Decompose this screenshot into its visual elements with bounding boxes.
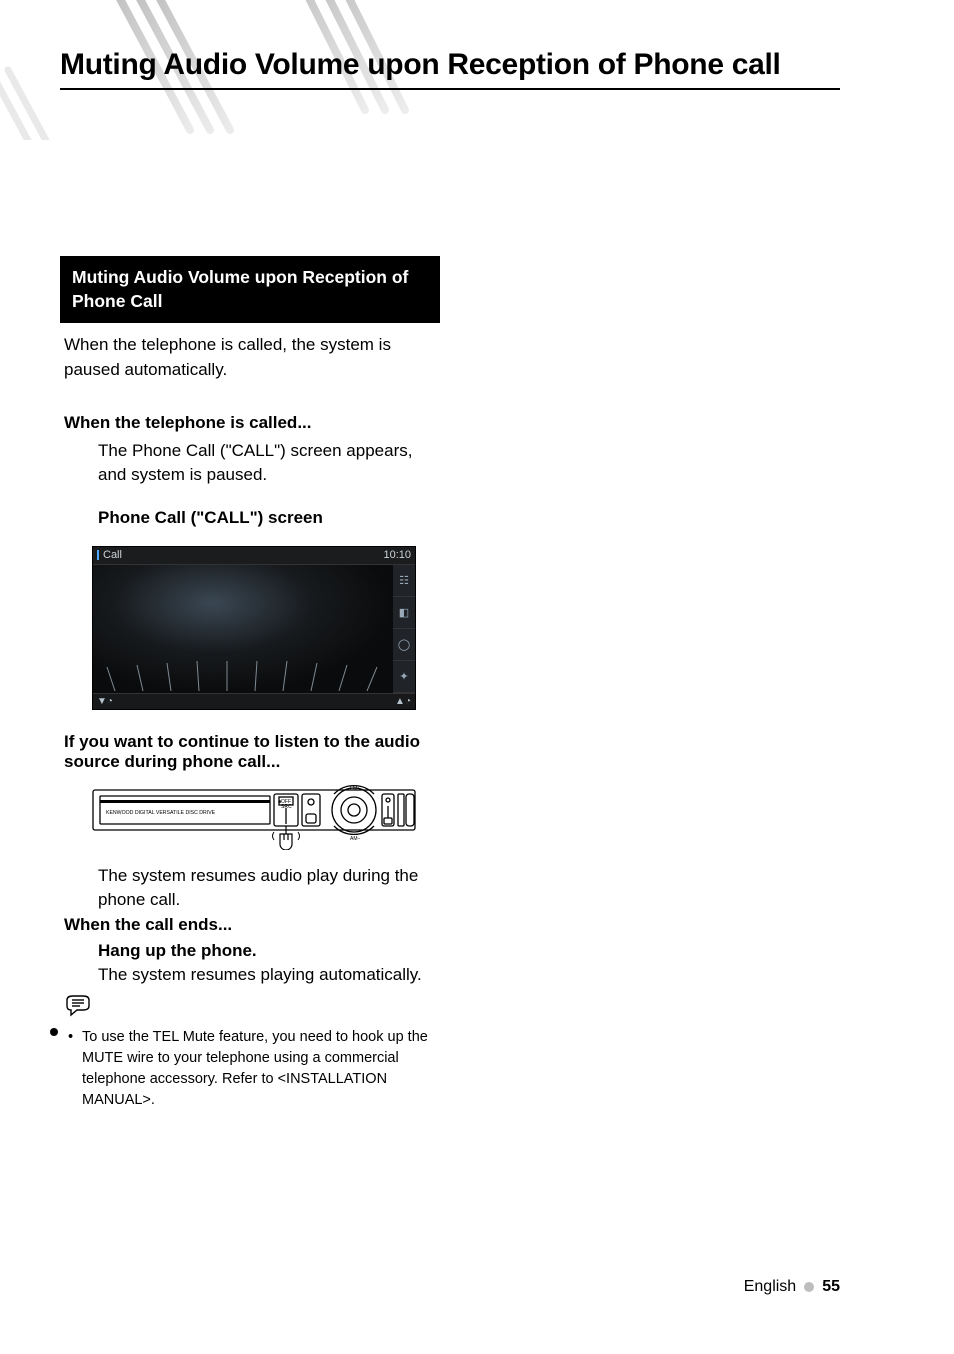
step3-sub: Hang up the phone. xyxy=(60,935,440,961)
bleed-dot xyxy=(50,1028,58,1036)
side-icon-3: ◯ xyxy=(393,629,415,661)
call-screenshot: Call 10:10 ☷ ◧ ◯ ✦ ▼◔ xyxy=(92,546,416,710)
page-title: Muting Audio Volume upon Reception of Ph… xyxy=(60,48,840,90)
footer-dot-icon xyxy=(804,1282,814,1292)
step1-sub: Phone Call ("CALL") screen xyxy=(60,488,440,528)
scroll-down-icon: ▼◔ xyxy=(97,696,113,707)
device-illustration: KENWOOD DIGITAL VERSATILE DISC DRIVE ■OF… xyxy=(92,784,416,850)
scroll-up-icon: ▲◔ xyxy=(395,696,411,707)
step3-head: When the call ends... xyxy=(60,915,440,935)
footer-lang: English xyxy=(744,1278,796,1296)
section-heading: Muting Audio Volume upon Reception of Ph… xyxy=(60,256,440,323)
step1-body: The Phone Call ("CALL") screen appears, … xyxy=(60,433,440,488)
call-title: Call xyxy=(103,549,122,561)
svg-text:FM+: FM+ xyxy=(350,786,360,792)
side-icon-4: ✦ xyxy=(393,661,415,693)
step2-body: The system resumes audio play during the… xyxy=(60,850,440,913)
note-text: To use the TEL Mute feature, you need to… xyxy=(74,1027,440,1111)
note-icon xyxy=(60,994,440,1023)
device-label: KENWOOD DIGITAL VERSATILE DISC DRIVE xyxy=(106,810,216,816)
footer: English 55 xyxy=(744,1278,840,1296)
side-icon-2: ◧ xyxy=(393,597,415,629)
footer-page: 55 xyxy=(822,1278,840,1296)
step1-head: When the telephone is called... xyxy=(60,413,440,433)
call-clock: 10:10 xyxy=(383,549,411,561)
side-icon-1: ☷ xyxy=(393,565,415,597)
svg-text:AM−: AM− xyxy=(350,836,361,842)
step2-head: If you want to continue to listen to the… xyxy=(60,732,440,772)
svg-text:SRC: SRC xyxy=(281,804,292,810)
section-intro: When the telephone is called, the system… xyxy=(60,323,440,382)
step3-body: The system resumes playing automatically… xyxy=(60,961,440,988)
